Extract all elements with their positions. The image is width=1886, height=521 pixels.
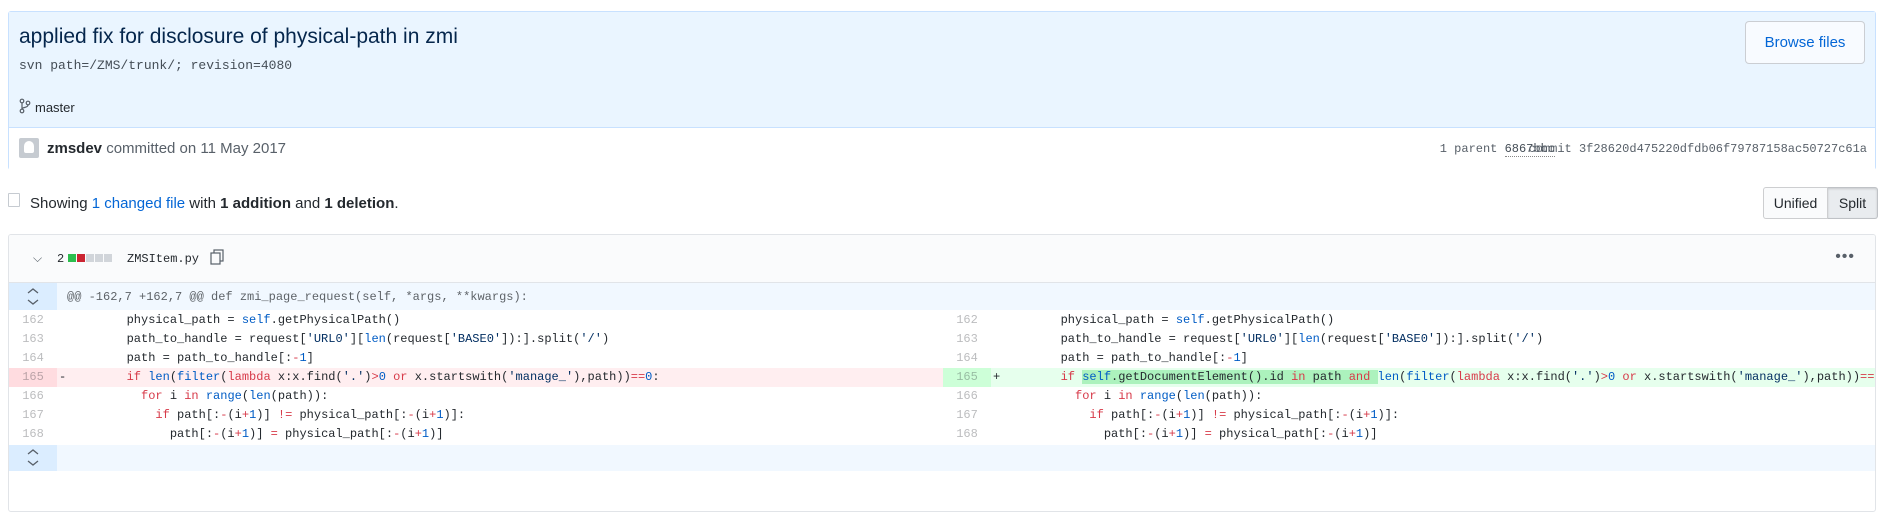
commit-meta: zmsdev committed on 11 May 2017 1 parent… <box>9 128 1875 170</box>
line-number[interactable]: 163 <box>9 330 57 349</box>
code-line: for i in range(len(path)): <box>141 389 329 403</box>
committed-text: committed on 11 May 2017 <box>106 140 287 157</box>
code-line-added: if self.getDocumentElement().id in path … <box>1060 370 1875 384</box>
line-number[interactable]: 164 <box>943 349 991 368</box>
diff-row: 164 path = path_to_handle[:-1] 164 path … <box>9 349 1875 368</box>
line-number[interactable]: 165 <box>9 368 57 387</box>
deletions-count: 1 deletion <box>324 195 395 212</box>
addition-marker: + <box>993 370 1001 384</box>
toc-period: . <box>394 195 399 212</box>
chevron-down-icon[interactable]: ⌵ <box>33 251 42 266</box>
line-number[interactable]: 168 <box>9 425 57 444</box>
branch-row: master <box>9 87 1875 128</box>
avatar[interactable] <box>19 138 39 158</box>
hunk-header: @@ -162,7 +162,7 @@ def zmi_page_request… <box>9 283 1875 310</box>
expand-down-icon[interactable] <box>9 445 57 471</box>
toc-showing: Showing <box>30 195 88 212</box>
code-line: path = path_to_handle[:-1] <box>1003 351 1248 365</box>
additions-count: 1 addition <box>220 195 291 212</box>
diffstat-block-neutral <box>104 254 112 262</box>
line-number[interactable]: 166 <box>943 387 991 406</box>
branch-icon <box>19 98 31 114</box>
code-line: physical_path = self.getPhysicalPath() <box>1003 313 1335 327</box>
split-view-button[interactable]: Split <box>1828 187 1878 219</box>
commit-box: applied fix for disclosure of physical-p… <box>8 11 1876 170</box>
expand-up-icon[interactable] <box>9 283 57 310</box>
commit-header: applied fix for disclosure of physical-p… <box>9 12 1875 88</box>
toc-icon[interactable] <box>8 193 20 207</box>
deletion-marker: - <box>59 370 67 384</box>
code-line: path = path_to_handle[:-1] <box>69 351 314 365</box>
diffstat-count: 2 <box>57 252 65 266</box>
code-line: if path[:-(i+1)] != physical_path[:-(i+1… <box>155 408 466 422</box>
commit-sha-info: commit 3f28620d475220dfdb06f79787158ac50… <box>1529 142 1867 156</box>
diff-row: 166 for i in range(len(path)): 166 for i… <box>9 387 1875 406</box>
author-name[interactable]: zmsdev <box>47 140 102 157</box>
diffstat-block-added <box>68 254 76 262</box>
code-line: physical_path = self.getPhysicalPath() <box>69 313 401 327</box>
hunk-header-text: @@ -162,7 +162,7 @@ def zmi_page_request… <box>67 290 528 304</box>
commit-description: svn path=/ZMS/trunk/; revision=4080 <box>19 58 293 73</box>
code-line: path_to_handle = request['URL0'][len(req… <box>69 332 610 346</box>
file-header: ⌵ 2 ZMSItem.py ••• <box>9 235 1875 283</box>
diff-row: 162 physical_path = self.getPhysicalPath… <box>9 311 1875 330</box>
line-number[interactable]: 162 <box>943 311 991 330</box>
line-number[interactable]: 166 <box>9 387 57 406</box>
code-line: path[:-(i+1)] = physical_path[:-(i+1)] <box>1003 427 1378 441</box>
code-line: if path[:-(i+1)] != physical_path[:-(i+1… <box>1089 408 1400 422</box>
code-line: path_to_handle = request['URL0'][len(req… <box>1003 332 1544 346</box>
commit-sha: 3f28620d475220dfdb06f79787158ac50727c61a <box>1578 142 1867 156</box>
line-number[interactable]: 168 <box>943 425 991 444</box>
diffstat-block-neutral <box>95 254 103 262</box>
diff-row-changed: 165 - if len(filter(lambda x:x.find('.')… <box>9 368 1875 387</box>
commit-title: applied fix for disclosure of physical-p… <box>19 25 458 48</box>
line-number[interactable]: 164 <box>9 349 57 368</box>
parent-label: 1 parent <box>1439 142 1498 156</box>
toc-and: and <box>295 195 321 212</box>
line-number[interactable]: 167 <box>9 406 57 425</box>
code-line-deleted: if len(filter(lambda x:x.find('.')>0 or … <box>126 370 660 384</box>
diffstat-block-neutral <box>86 254 94 262</box>
code-line: path[:-(i+1)] = physical_path[:-(i+1)] <box>69 427 444 441</box>
file-diff: ⌵ 2 ZMSItem.py ••• @@ -162,7 +162,7 @@ d… <box>8 234 1876 512</box>
toc-with: with <box>189 195 216 212</box>
branch-name[interactable]: master <box>35 100 75 115</box>
bottom-expand-row <box>9 445 1875 471</box>
diff-row: 163 path_to_handle = request['URL0'][len… <box>9 330 1875 349</box>
line-number[interactable]: 162 <box>9 311 57 330</box>
file-name-link[interactable]: ZMSItem.py <box>127 252 199 266</box>
toc-summary: Showing 1 changed file with 1 addition a… <box>30 195 399 212</box>
diffstat-block-deleted <box>77 254 85 262</box>
more-icon[interactable]: ••• <box>1835 248 1855 266</box>
line-number[interactable]: 167 <box>943 406 991 425</box>
diff-view-toggle: Unified Split <box>1763 187 1878 219</box>
line-number[interactable]: 165 <box>943 368 991 387</box>
line-number[interactable]: 163 <box>943 330 991 349</box>
diff-row: 167 if path[:-(i+1)] != physical_path[:-… <box>9 406 1875 425</box>
diff-row: 168 path[:-(i+1)] = physical_path[:-(i+1… <box>9 425 1875 444</box>
changed-files-link[interactable]: 1 changed file <box>92 195 185 212</box>
commit-label: commit <box>1528 142 1572 156</box>
copy-icon[interactable] <box>210 249 224 265</box>
author-line: zmsdev committed on 11 May 2017 <box>47 140 286 157</box>
code-line: for i in range(len(path)): <box>1075 389 1263 403</box>
unified-view-button[interactable]: Unified <box>1763 187 1828 219</box>
browse-files-button[interactable]: Browse files <box>1745 21 1865 64</box>
